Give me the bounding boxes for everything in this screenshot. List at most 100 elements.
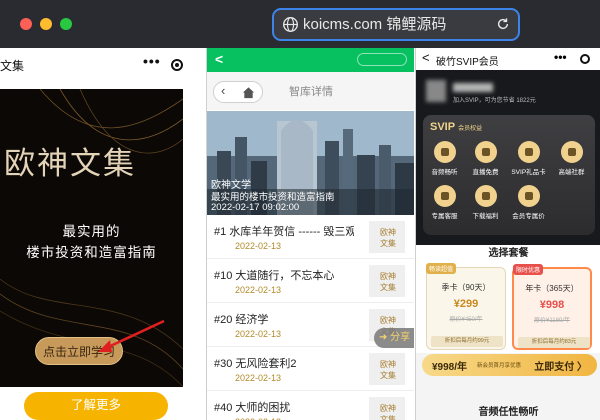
thumb-text-2: 文集	[380, 371, 396, 380]
poster-title: 欧神文集	[4, 146, 136, 182]
vip-benefits-panel: SVIP 会员权益 音频畅听 直播免费 SVIP礼品卡 高端社群 专属客服 下载福…	[423, 115, 595, 235]
page-title: 智库详情	[289, 86, 333, 98]
plan-quarterly[interactable]: 畅读超值 季卡（90天） ¥299 原价¥450/年 折扣后每月约99元	[426, 263, 506, 350]
red-arrow-annotation	[98, 319, 165, 352]
panel1-title-bar: 文集 •••	[0, 48, 205, 82]
benefit-live[interactable]: 直播免费	[468, 141, 503, 176]
article-date: 2022-02-13	[235, 241, 282, 251]
audio-section-title: 音频任性畅听	[478, 407, 539, 418]
back-chevron-icon[interactable]: <	[215, 51, 223, 67]
article-row[interactable]: #1 水库羊年贺信 ------ 毁三观... 2022-02-13 欧神 文集	[207, 215, 414, 259]
thumb-text-2: 文集	[380, 415, 396, 420]
globe-icon	[283, 17, 298, 32]
benefit-label: 高端社群	[558, 169, 585, 176]
plan-original-price: 原价¥1180/年	[534, 318, 570, 324]
article-row[interactable]: #40 大师的困扰 2022-02-13 欧神文集	[207, 391, 414, 420]
headset-icon	[433, 185, 456, 207]
download-icon	[474, 185, 497, 207]
plan-price: ¥299	[453, 298, 479, 310]
article-title: #10 大道随行，不忘本心	[214, 270, 335, 282]
article-title: #1 水库羊年贺信 ------ 毁三观...	[214, 226, 354, 238]
benefit-label: 会员专属价	[512, 213, 545, 220]
learn-more-button[interactable]: 了解更多	[24, 392, 168, 420]
close-window-button[interactable]	[20, 18, 32, 30]
chat-icon	[560, 141, 583, 163]
more-icon[interactable]: •••	[143, 53, 161, 69]
article-title: #30 无风险套利2	[214, 358, 297, 370]
benefit-service[interactable]: 专属客服	[427, 185, 462, 220]
tv-icon	[474, 141, 497, 163]
zoom-window-button[interactable]	[60, 18, 72, 30]
article-thumbnail: 欧神文集	[369, 353, 405, 385]
article-title: #20 经济学	[214, 314, 269, 326]
benefit-label: SVIP礼品卡	[511, 169, 546, 176]
browser-toolbar: koicms.com 锦鲤源码	[0, 0, 600, 48]
back-icon[interactable]: ‹	[221, 83, 225, 98]
plan-name: 年卡（365天）	[525, 284, 579, 293]
minimize-window-button[interactable]	[40, 18, 52, 30]
panel-article-list: < ‹ 智库详情 欧神文学 最实用的楼市投资和造富指南 2022-02-17 0…	[206, 48, 414, 420]
address-bar[interactable]: koicms.com 锦鲤源码	[272, 8, 520, 41]
benefit-label: 直播免费	[472, 169, 499, 176]
plan-footnote: 折扣后每月约99元	[431, 336, 503, 347]
article-thumbnail: 欧神文集	[369, 397, 405, 420]
plan-price: ¥998	[539, 299, 565, 311]
svip-label: SVIP 会员权益	[430, 121, 482, 133]
svip-label-text: SVIP	[430, 121, 456, 133]
wechat-status-bar: <	[207, 48, 414, 72]
article-row[interactable]: #10 大道随行，不忘本心 2022-02-13 欧神 文集	[207, 259, 414, 303]
close-icon[interactable]	[171, 59, 183, 71]
panel-wenji: 文集 ••• 欧神文集 最实用的 楼市投资和造富指南 点击立即学习 了解更多	[0, 48, 205, 420]
plan-footnote: 折扣后每月约83元	[518, 337, 590, 348]
more-icon[interactable]: •••	[554, 50, 567, 64]
share-label: 分享	[390, 332, 411, 343]
promo-poster: 欧神文集 最实用的 楼市投资和造富指南 点击立即学习	[0, 89, 183, 387]
back-chevron-icon[interactable]: <	[422, 50, 430, 65]
vip-status-line: 加入SVIP，可为您节省 1822元	[453, 98, 536, 104]
home-icon[interactable]	[242, 86, 255, 99]
plan-original-price: 原价¥450/年	[449, 317, 483, 323]
reload-icon[interactable]	[496, 17, 510, 31]
benefit-gift-card[interactable]: SVIP礼品卡	[511, 141, 546, 176]
plan-tag: 畅读超值	[426, 263, 457, 274]
gift-card-icon	[517, 141, 540, 163]
article-thumbnail: 欧神文集	[369, 265, 405, 297]
article-date: 2022-02-13	[235, 285, 282, 295]
article-date: 2022-02-13	[235, 329, 282, 339]
article-title: #40 大师的困扰	[214, 402, 291, 414]
page-title: 破竹SVIP会员	[436, 57, 499, 68]
poster-subtitle-1: 最实用的	[62, 224, 121, 240]
benefit-label: 专属客服	[431, 213, 458, 220]
vip-header-card: 加入SVIP，可为您节省 1822元 SVIP 会员权益 音频畅听 直播免费 SV…	[416, 70, 600, 245]
pay-bar: ¥998/年 新会员首月享优惠 立即支付 〉	[422, 354, 597, 376]
panel3-title-bar: < 破竹SVIP会员 •••	[416, 48, 600, 70]
article-row[interactable]: #30 无风险套利2 2022-02-13 欧神 文集	[207, 347, 414, 391]
panel-svip: < 破竹SVIP会员 ••• 加入SVIP，可为您节省 1822元 SVIP 会员…	[415, 48, 600, 420]
blurred-username	[453, 83, 493, 92]
plan-options: 畅读超值 季卡（90天） ¥299 原价¥450/年 折扣后每月约99元 限时优…	[416, 263, 600, 353]
benefit-download[interactable]: 下载福利	[468, 185, 503, 220]
benefit-price[interactable]: 会员专属价	[511, 185, 546, 220]
plan-tag: 限时优惠	[513, 264, 544, 275]
nav-capsule: ‹	[213, 81, 263, 103]
plan-name: 季卡（90天）	[441, 283, 491, 292]
article-date: 2022-02-13	[235, 373, 282, 383]
pay-note: 新会员首月享优惠	[477, 363, 522, 369]
poster-subtitle-2: 楼市投资和造富指南	[26, 245, 157, 261]
hero-line-2: 最实用的楼市投资和造富指南	[211, 192, 335, 203]
article-thumbnail: 欧神文集	[369, 221, 405, 253]
share-button[interactable]: ➜ 分享	[374, 328, 414, 348]
capsule-menu[interactable]	[357, 53, 407, 66]
svip-label-sub: 会员权益	[458, 126, 483, 132]
choose-plan-heading: 选择套餐	[416, 245, 600, 263]
price-tag-icon	[517, 185, 540, 207]
benefit-audio[interactable]: 音频畅听	[427, 141, 462, 176]
avatar	[426, 80, 446, 102]
thumb-text-1: 欧神	[380, 404, 396, 413]
benefit-community[interactable]: 高端社群	[554, 141, 589, 176]
thumb-text-2: 文集	[380, 239, 396, 248]
thumb-text-1: 欧神	[380, 272, 396, 281]
plan-yearly[interactable]: 限时优惠 年卡（365天） ¥998 原价¥1180/年 折扣后每月约83元	[512, 264, 592, 350]
pay-now-button[interactable]: 立即支付 〉	[534, 358, 587, 373]
close-icon[interactable]	[580, 54, 590, 64]
